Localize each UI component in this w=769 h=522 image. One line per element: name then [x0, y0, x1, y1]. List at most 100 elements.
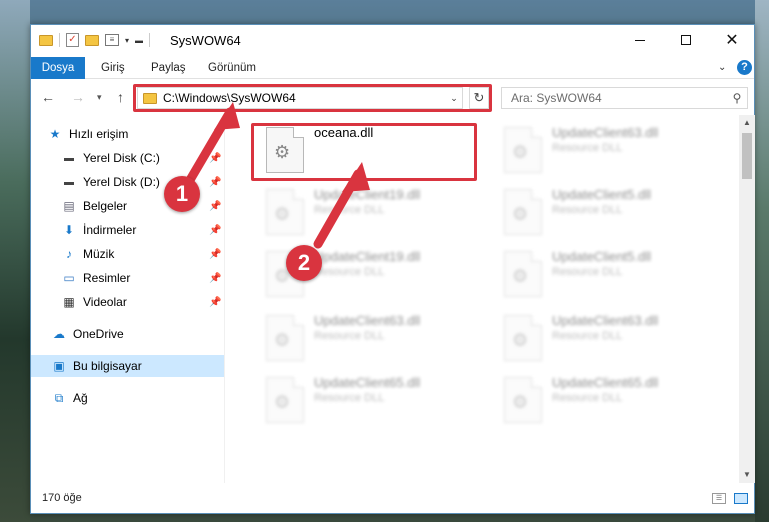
customize-toolbar-icon[interactable]: ▬ — [135, 36, 143, 45]
search-placeholder: Ara: SysWOW64 — [511, 91, 602, 105]
new-folder-icon[interactable] — [85, 34, 99, 46]
sidebar-item-label: Yerel Disk (C:) — [83, 151, 160, 165]
dll-file-icon: ⚙ — [266, 315, 304, 361]
maximize-icon — [681, 35, 691, 45]
up-arrow-icon[interactable]: ↑ — [117, 89, 124, 105]
pin-icon[interactable]: 📌 — [209, 273, 221, 284]
file-name: UpdateClient65.dll — [314, 375, 421, 390]
pin-icon[interactable]: 📌 — [209, 297, 221, 308]
back-arrow-icon[interactable]: ← — [41, 89, 55, 105]
vertical-scrollbar[interactable]: ▲ ▼ — [739, 115, 755, 483]
gear-icon: ⚙ — [512, 330, 529, 350]
gear-icon: ⚙ — [512, 266, 529, 286]
file-name: UpdateClient63.dll — [552, 313, 659, 328]
dll-file-icon: ⚙ — [504, 189, 542, 235]
file-name: UpdateClient5.dll — [552, 249, 652, 264]
dll-file-icon: ⚙ — [504, 127, 542, 173]
file-item[interactable]: ⚙ UpdateClient65.dll Resource DLL — [252, 371, 482, 429]
file-item[interactable]: ⚙ UpdateClient65.dll Resource DLL — [490, 371, 720, 429]
sidebar-item-network[interactable]: ⧉ Ağ — [31, 387, 224, 409]
search-icon[interactable]: ⚲ — [727, 91, 747, 105]
sidebar-item-label: Hızlı erişim — [69, 127, 129, 141]
scrollbar-thumb[interactable] — [742, 133, 752, 179]
dll-file-icon: ⚙ — [266, 377, 304, 423]
forward-arrow-icon[interactable]: → — [71, 89, 85, 105]
navigation-bar: ← → ▾ ↑ C:\Windows\SysWOW64 ⌄ ↻ Ara: Sys… — [31, 83, 754, 113]
chevron-down-icon[interactable]: ⌄ — [446, 93, 462, 104]
tab-view[interactable]: Görünüm — [208, 57, 256, 79]
large-icons-view-icon[interactable] — [734, 493, 748, 504]
close-button[interactable]: ✕ — [709, 25, 755, 55]
tab-share[interactable]: Paylaş — [151, 57, 186, 79]
network-icon: ⧉ — [54, 390, 64, 405]
sidebar-item-videos[interactable]: ▦ Videolar 📌 — [31, 291, 224, 313]
pin-icon[interactable]: 📌 — [209, 201, 221, 212]
file-name: UpdateClient63.dll — [314, 313, 421, 328]
maximize-button[interactable] — [663, 25, 709, 55]
separator — [59, 33, 60, 47]
quick-access-toolbar: ✓ ≡ ▾ ▬ — [39, 33, 151, 47]
music-icon: ♪ — [66, 247, 72, 261]
sidebar-item-label: Yerel Disk (D:) — [83, 175, 160, 189]
sidebar-item-label: Müzik — [83, 247, 115, 261]
file-type: Resource DLL — [552, 392, 623, 404]
expand-ribbon-icon[interactable]: ⌄ — [718, 62, 726, 73]
chevron-down-icon[interactable]: ▾ — [125, 36, 129, 45]
tab-file[interactable]: Dosya — [31, 57, 85, 79]
sidebar-item-label: İndirmeler — [83, 223, 137, 237]
desktop-background-right — [755, 0, 769, 522]
pin-icon[interactable]: 📌 — [209, 249, 221, 260]
properties-icon[interactable]: ≡ — [105, 34, 119, 46]
file-type: Resource DLL — [552, 204, 623, 216]
gear-icon: ⚙ — [274, 142, 291, 162]
file-item[interactable]: ⚙ UpdateClient5.dll Resource DLL — [490, 183, 720, 241]
videos-icon: ▦ — [63, 295, 75, 309]
refresh-icon: ↻ — [473, 90, 485, 105]
step-badge-2: 2 — [286, 245, 322, 281]
downloads-icon: ⬇ — [63, 223, 75, 237]
scroll-down-icon[interactable]: ▼ — [739, 467, 755, 483]
separator — [149, 33, 151, 47]
minimize-icon — [635, 39, 645, 41]
gear-icon: ⚙ — [512, 142, 529, 162]
sidebar-item-downloads[interactable]: ⬇ İndirmeler 📌 — [31, 219, 224, 241]
recent-locations-chevron-icon[interactable]: ▾ — [97, 92, 102, 103]
ribbon-tabs: Dosya Giriş Paylaş Görünüm ⌄ ? — [31, 57, 754, 79]
file-type: Resource DLL — [314, 392, 385, 404]
item-count: 170 öğe — [42, 492, 82, 504]
pictures-icon: ▭ — [63, 271, 75, 285]
tab-home[interactable]: Giriş — [101, 57, 125, 79]
pin-icon[interactable]: 📌 — [209, 225, 221, 236]
sidebar-item-onedrive[interactable]: ☁ OneDrive — [31, 323, 224, 345]
sidebar-item-this-pc[interactable]: ▣ Bu bilgisayar — [31, 355, 224, 377]
file-name: UpdateClient65.dll — [552, 375, 659, 390]
sidebar-item-music[interactable]: ♪ Müzik 📌 — [31, 243, 224, 265]
gear-icon: ⚙ — [274, 392, 291, 412]
title-bar[interactable]: ✓ ≡ ▾ ▬ SysWOW64 ✕ — [31, 25, 754, 57]
sidebar-item-pictures[interactable]: ▭ Resimler 📌 — [31, 267, 224, 289]
scroll-up-icon[interactable]: ▲ — [739, 115, 755, 131]
minimize-button[interactable] — [617, 25, 663, 55]
help-icon[interactable]: ? — [737, 60, 752, 75]
folder-icon — [143, 92, 157, 104]
explorer-window: ✓ ≡ ▾ ▬ SysWOW64 ✕ Dosya Giriş Paylaş Gö… — [30, 24, 755, 514]
cloud-icon: ☁ — [53, 327, 65, 341]
properties-check-icon[interactable]: ✓ — [66, 33, 79, 47]
file-type: Resource DLL — [552, 142, 623, 154]
dll-file-icon: ⚙ — [504, 315, 542, 361]
file-item[interactable]: ⚙ UpdateClient63.dll Resource DLL — [490, 309, 720, 367]
step-badge-1: 1 — [164, 176, 200, 212]
refresh-button[interactable]: ↻ — [469, 87, 489, 109]
file-type: Resource DLL — [552, 266, 623, 278]
file-item[interactable]: ⚙ UpdateClient63.dll Resource DLL — [252, 309, 482, 367]
gear-icon: ⚙ — [274, 330, 291, 350]
sidebar-item-label: OneDrive — [73, 327, 124, 341]
details-view-icon[interactable]: ☰ — [712, 493, 726, 504]
search-input[interactable]: Ara: SysWOW64 ⚲ — [501, 87, 748, 109]
file-item[interactable]: ⚙ UpdateClient5.dll Resource DLL — [490, 245, 720, 303]
window-title: SysWOW64 — [170, 33, 241, 48]
gear-icon: ⚙ — [512, 204, 529, 224]
file-item[interactable]: ⚙ UpdateClient63.dll Resource DLL — [490, 121, 720, 179]
file-name: oceana.dll — [314, 125, 374, 140]
sidebar-item-label: Videolar — [83, 295, 127, 309]
